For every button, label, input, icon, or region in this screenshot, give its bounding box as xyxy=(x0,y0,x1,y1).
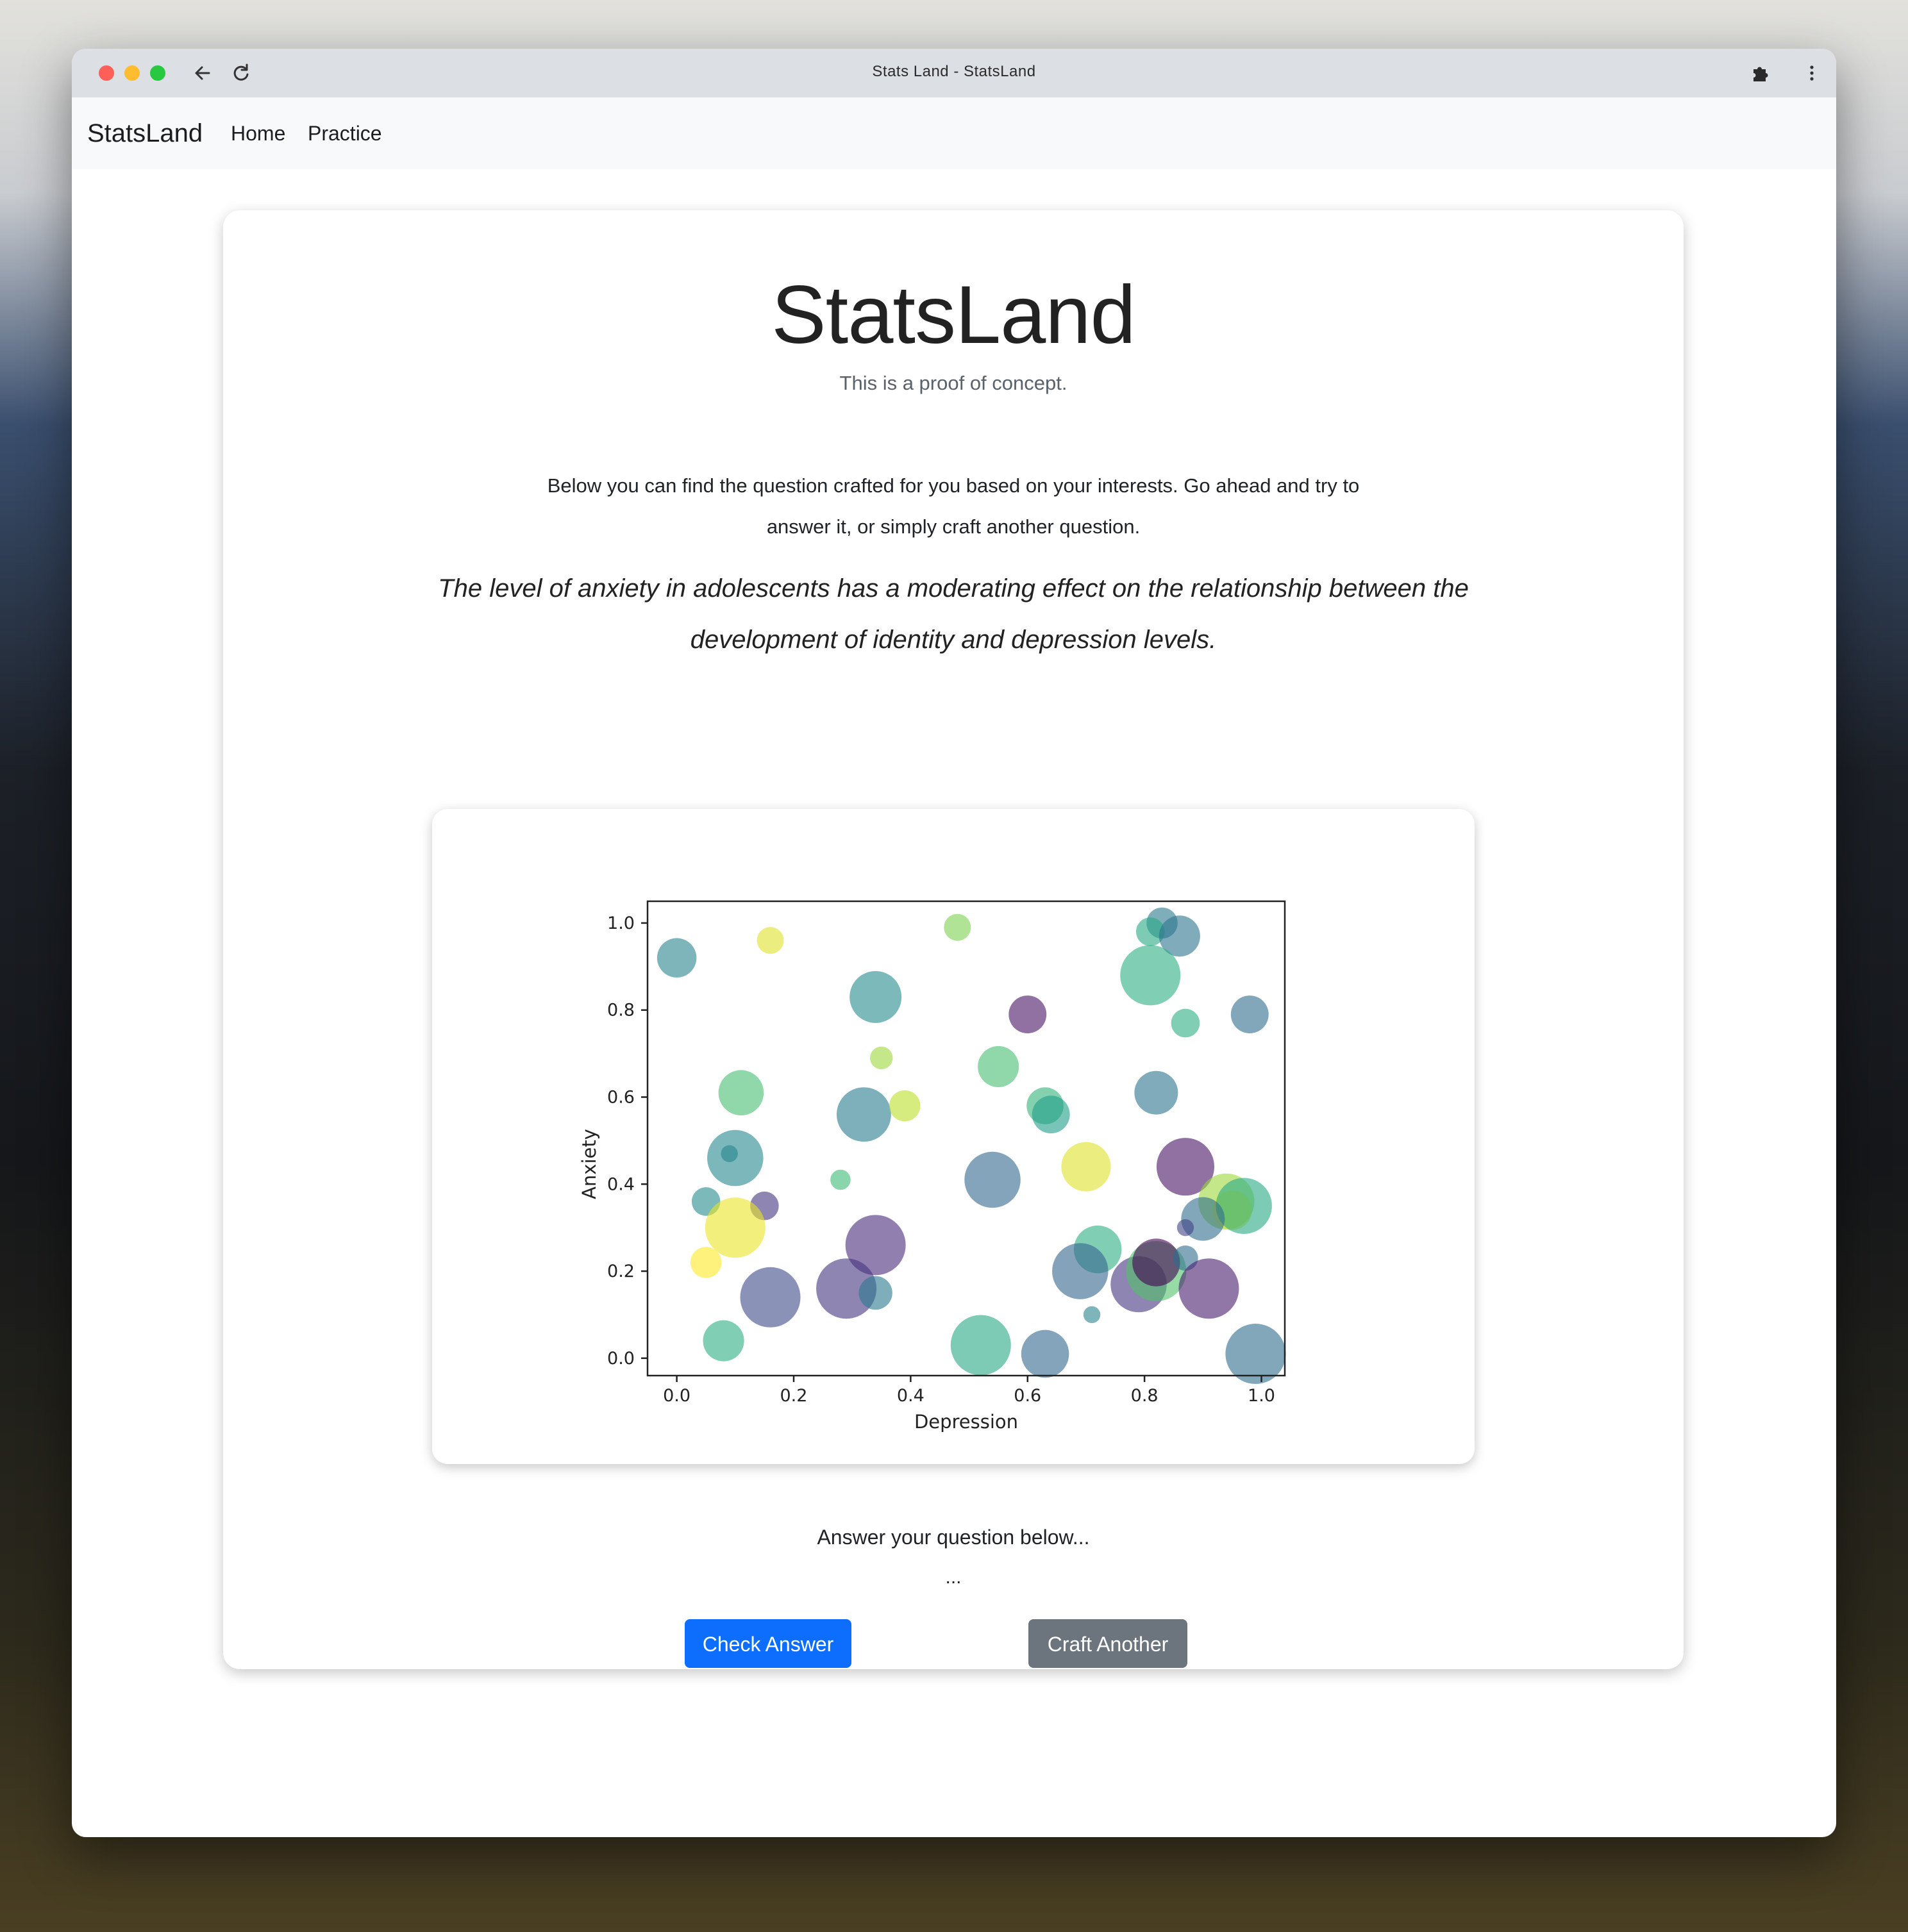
data-point xyxy=(1032,1095,1070,1134)
intro-text: Below you can find the question crafted … xyxy=(223,465,1684,547)
page-subtitle: This is a proof of concept. xyxy=(839,372,1067,394)
nav-link-practice[interactable]: Practice xyxy=(308,122,382,146)
data-point xyxy=(1171,1008,1200,1038)
nav-link-home[interactable]: Home xyxy=(231,122,285,146)
data-point xyxy=(757,927,784,954)
puzzle-icon[interactable] xyxy=(1749,62,1772,85)
navbar-brand[interactable]: StatsLand xyxy=(87,119,203,148)
navbar: StatsLand Home Practice xyxy=(72,97,1836,169)
data-point xyxy=(1052,1243,1109,1299)
data-point xyxy=(1216,1178,1272,1234)
data-point xyxy=(718,1070,764,1116)
browser-window: Stats Land - StatsLand StatsLand Home Pr… xyxy=(72,49,1836,1837)
data-point xyxy=(1021,1329,1069,1378)
data-point xyxy=(830,1169,851,1190)
x-tick-label: 0.2 xyxy=(780,1386,808,1406)
data-point xyxy=(1134,1070,1178,1115)
title-bar: Stats Land - StatsLand xyxy=(72,49,1836,98)
data-point xyxy=(703,1320,744,1362)
x-tick-label: 0.6 xyxy=(1014,1386,1041,1406)
window-title: Stats Land - StatsLand xyxy=(872,63,1036,80)
data-point xyxy=(1176,1219,1194,1237)
data-point xyxy=(657,938,697,978)
x-tick-label: 0.4 xyxy=(897,1386,925,1406)
y-tick-label: 0.0 xyxy=(607,1349,635,1369)
x-tick-label: 0.0 xyxy=(663,1386,690,1406)
data-point xyxy=(1132,1238,1180,1287)
main-card: StatsLand This is a proof of concept. Be… xyxy=(223,210,1684,1669)
page-title: StatsLand xyxy=(771,269,1135,361)
x-tick-label: 1.0 xyxy=(1248,1386,1275,1406)
intro-line-1: Below you can find the question crafted … xyxy=(547,474,1360,497)
craft-another-button[interactable]: Craft Another xyxy=(1028,1619,1187,1668)
data-point xyxy=(849,970,902,1023)
data-point xyxy=(1230,995,1269,1033)
answer-value[interactable]: ... xyxy=(223,1567,1684,1588)
data-point xyxy=(705,1197,766,1258)
intro-line-2: answer it, or simply craft another quest… xyxy=(766,515,1141,538)
hypothesis-text: The level of anxiety in adolescents has … xyxy=(223,563,1684,665)
hypothesis-line-1: The level of anxiety in adolescents has … xyxy=(438,574,1469,603)
data-point xyxy=(690,1247,722,1278)
y-tick-label: 0.6 xyxy=(607,1088,635,1108)
data-point xyxy=(721,1145,738,1162)
chart-card: 0.0 0.2 0.4 0.6 0.8 1.0 0.0 0.2 0.4 0.6 0.8 1.0 Depr… xyxy=(432,809,1475,1464)
data-point xyxy=(889,1090,921,1122)
data-point xyxy=(858,1276,892,1310)
x-axis-label: Depression xyxy=(914,1411,1018,1433)
data-point xyxy=(1178,1258,1239,1319)
data-point xyxy=(870,1046,893,1070)
y-tick-label: 0.4 xyxy=(607,1174,635,1194)
kebab-menu-icon[interactable] xyxy=(1800,62,1823,85)
scatter-chart: 0.0 0.2 0.4 0.6 0.8 1.0 0.0 0.2 0.4 0.6 0.8 1.0 Depr… xyxy=(578,900,1286,1433)
data-point xyxy=(1083,1306,1101,1324)
data-point xyxy=(944,913,971,941)
data-point xyxy=(836,1087,891,1142)
y-tick-label: 0.8 xyxy=(607,1001,635,1020)
answer-prompt: Answer your question below... xyxy=(817,1526,1090,1549)
y-axis-label: Anxiety xyxy=(578,1129,600,1199)
data-point xyxy=(1008,995,1047,1033)
data-point xyxy=(1061,1142,1111,1192)
data-point xyxy=(740,1267,801,1328)
data-point xyxy=(1120,945,1181,1006)
x-tick-label: 0.8 xyxy=(1131,1386,1159,1406)
data-point xyxy=(950,1315,1011,1376)
y-tick-label: 1.0 xyxy=(607,913,635,933)
check-answer-button[interactable]: Check Answer xyxy=(685,1619,851,1668)
data-point xyxy=(978,1045,1019,1088)
y-tick-label: 0.2 xyxy=(607,1262,635,1281)
hypothesis-line-2: development of identity and depression l… xyxy=(690,626,1217,654)
data-point xyxy=(964,1151,1021,1208)
